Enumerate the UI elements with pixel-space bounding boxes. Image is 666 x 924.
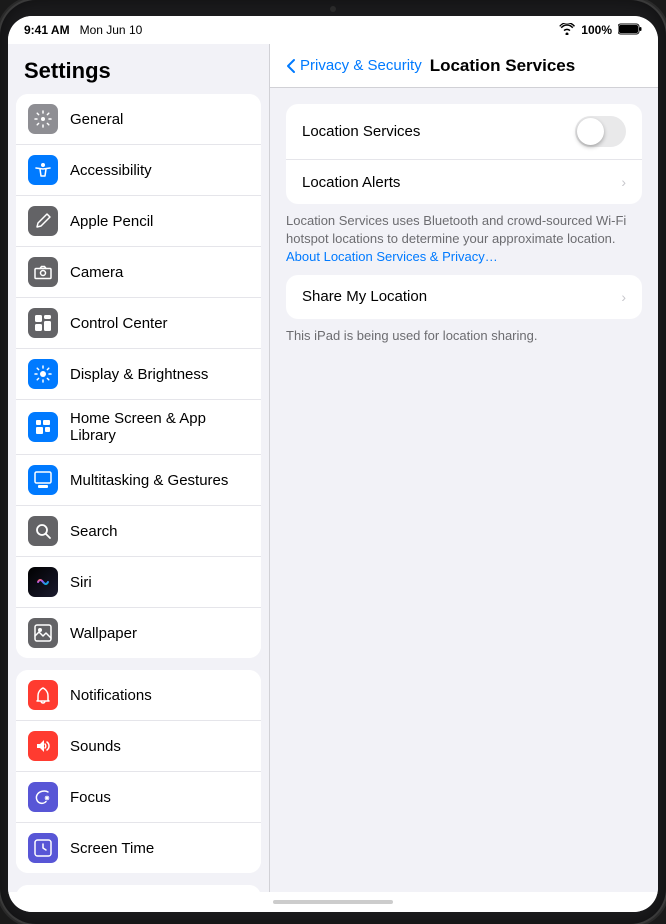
wifi-icon [559,23,575,38]
sounds-icon [28,731,58,761]
battery: 100% [581,23,612,37]
detail-nav: Privacy & Security Location Services [270,44,658,88]
back-link[interactable]: Privacy & Security [286,57,422,74]
detail-panel: Privacy & Security Location Services Loc… [270,44,658,892]
location-alerts-chevron: › [621,174,626,190]
control-center-icon [28,308,58,338]
siri-label: Siri [70,574,92,591]
status-bar: 9:41 AM Mon Jun 10 100% [8,16,658,44]
screen: 9:41 AM Mon Jun 10 100% Settings [8,16,658,912]
location-alerts-row[interactable]: Location Alerts › [286,160,642,204]
front-camera [330,6,336,12]
location-alerts-label: Location Alerts [302,174,621,191]
accessibility-label: Accessibility [70,162,152,179]
sidebar-item-apple-pencil[interactable]: Apple Pencil [16,196,261,247]
notifications-label: Notifications [70,687,152,704]
wallpaper-label: Wallpaper [70,625,137,642]
main-content: Settings General Accessibility [8,44,658,892]
accessibility-icon [28,155,58,185]
sidebar-item-sounds[interactable]: Sounds [16,721,261,772]
multitasking-icon [28,465,58,495]
sidebar-item-accessibility[interactable]: Accessibility [16,145,261,196]
sidebar-item-focus[interactable]: Focus [16,772,261,823]
search-icon [28,516,58,546]
location-description-text: Location Services uses Bluetooth and cro… [286,213,626,246]
ipad-frame: 9:41 AM Mon Jun 10 100% Settings [0,0,666,924]
sidebar-group-3: Face ID & Passcode Privacy & Security [16,885,261,892]
sidebar-item-camera[interactable]: Camera [16,247,261,298]
search-label: Search [70,523,118,540]
sidebar-item-screen-time[interactable]: Screen Time [16,823,261,873]
share-location-group: Share My Location › [286,275,642,319]
location-services-group: Location Services Location Alerts › [286,104,642,204]
detail-content: Location Services Location Alerts › Loca… [270,88,658,369]
focus-label: Focus [70,789,111,806]
time: 9:41 AM [24,23,70,37]
camera-icon [28,257,58,287]
share-location-description: This iPad is being used for location sha… [286,327,642,345]
sidebar: Settings General Accessibility [8,44,270,892]
sidebar-item-notifications[interactable]: Notifications [16,670,261,721]
sidebar-item-face-id[interactable]: Face ID & Passcode [16,885,261,892]
share-location-chevron: › [621,289,626,305]
general-icon [28,104,58,134]
sidebar-item-general[interactable]: General [16,94,261,145]
location-description-link[interactable]: About Location Services & Privacy… [286,249,498,264]
status-right: 100% [559,23,642,38]
screen-time-icon [28,833,58,863]
apple-pencil-label: Apple Pencil [70,213,153,230]
location-services-row[interactable]: Location Services [286,104,642,160]
general-label: General [70,111,123,128]
sidebar-item-multitasking[interactable]: Multitasking & Gestures [16,455,261,506]
date: Mon Jun 10 [80,23,143,37]
sounds-label: Sounds [70,738,121,755]
sidebar-item-control-center[interactable]: Control Center [16,298,261,349]
multitasking-label: Multitasking & Gestures [70,472,228,489]
sidebar-group-1: General Accessibility Apple Pencil [16,94,261,658]
display-brightness-label: Display & Brightness [70,366,208,383]
share-location-label: Share My Location [302,288,621,305]
home-screen-label: Home Screen & App Library [70,410,249,444]
control-center-label: Control Center [70,315,168,332]
status-left: 9:41 AM Mon Jun 10 [24,23,142,37]
location-services-label: Location Services [302,123,575,140]
detail-title: Location Services [430,56,576,76]
home-indicator [8,892,658,912]
sidebar-item-wallpaper[interactable]: Wallpaper [16,608,261,658]
sidebar-item-home-screen[interactable]: Home Screen & App Library [16,400,261,455]
share-location-row[interactable]: Share My Location › [286,275,642,319]
home-bar [273,900,393,904]
camera-label: Camera [70,264,123,281]
sidebar-group-2: Notifications Sounds Focus [16,670,261,873]
sidebar-item-search[interactable]: Search [16,506,261,557]
back-link-label: Privacy & Security [300,57,422,74]
wallpaper-icon [28,618,58,648]
screen-time-label: Screen Time [70,840,154,857]
focus-icon [28,782,58,812]
apple-pencil-icon [28,206,58,236]
share-location-sub: This iPad is being used for location sha… [286,328,537,343]
battery-icon [618,23,642,38]
notifications-icon [28,680,58,710]
location-services-toggle[interactable] [575,116,626,147]
sidebar-title: Settings [8,44,269,94]
siri-icon [28,567,58,597]
sidebar-item-display-brightness[interactable]: Display & Brightness [16,349,261,400]
location-description: Location Services uses Bluetooth and cro… [286,212,642,267]
sidebar-item-siri[interactable]: Siri [16,557,261,608]
home-screen-icon [28,412,58,442]
display-brightness-icon [28,359,58,389]
